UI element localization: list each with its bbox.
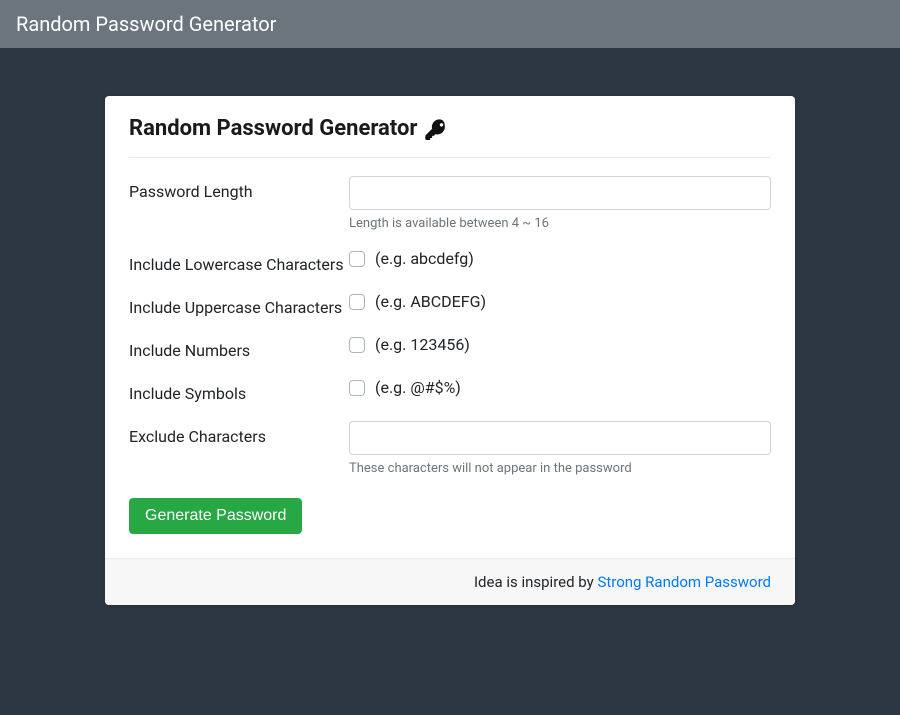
card-body: Random Password Generator Password Lengt… [105, 96, 795, 558]
row-uppercase: Include Uppercase Characters (e.g. ABCDE… [129, 292, 771, 317]
help-password-length: Length is available between 4 ~ 16 [349, 216, 771, 231]
example-lowercase: (e.g. abcdefg) [375, 249, 474, 268]
label-password-length: Password Length [129, 176, 349, 201]
control-wrap-numbers: (e.g. 123456) [349, 335, 771, 354]
control-wrap-length: Length is available between 4 ~ 16 [349, 176, 771, 231]
generate-password-button[interactable]: Generate Password [129, 498, 302, 534]
navbar: Random Password Generator [0, 0, 900, 48]
control-wrap-exclude: These characters will not appear in the … [349, 421, 771, 476]
checkbox-lowercase[interactable] [349, 251, 365, 267]
page-container: Random Password Generator Password Lengt… [0, 48, 900, 653]
row-password-length: Password Length Length is available betw… [129, 176, 771, 231]
password-length-input[interactable] [349, 176, 771, 210]
label-symbols: Include Symbols [129, 378, 349, 403]
example-symbols: (e.g. @#$%) [375, 378, 461, 397]
checkbox-numbers[interactable] [349, 337, 365, 353]
card-title: Random Password Generator [129, 116, 771, 158]
example-numbers: (e.g. 123456) [375, 335, 470, 354]
exclude-characters-input[interactable] [349, 421, 771, 455]
label-lowercase: Include Lowercase Characters [129, 249, 349, 274]
row-lowercase: Include Lowercase Characters (e.g. abcde… [129, 249, 771, 274]
control-wrap-lowercase: (e.g. abcdefg) [349, 249, 771, 268]
card-footer: Idea is inspired by Strong Random Passwo… [105, 558, 795, 605]
card-title-text: Random Password Generator [129, 116, 417, 141]
label-exclude: Exclude Characters [129, 421, 349, 446]
row-symbols: Include Symbols (e.g. @#$%) [129, 378, 771, 403]
label-numbers: Include Numbers [129, 335, 349, 360]
row-numbers: Include Numbers (e.g. 123456) [129, 335, 771, 360]
brand: Random Password Generator [16, 12, 276, 36]
label-uppercase: Include Uppercase Characters [129, 292, 349, 317]
footer-text: Idea is inspired by [474, 573, 597, 591]
footer-link[interactable]: Strong Random Password [597, 573, 771, 591]
example-uppercase: (e.g. ABCDEFG) [375, 292, 486, 311]
checkbox-symbols[interactable] [349, 380, 365, 396]
control-wrap-uppercase: (e.g. ABCDEFG) [349, 292, 771, 311]
key-icon [425, 118, 447, 140]
control-wrap-symbols: (e.g. @#$%) [349, 378, 771, 397]
row-exclude: Exclude Characters These characters will… [129, 421, 771, 476]
generator-card: Random Password Generator Password Lengt… [105, 96, 795, 605]
checkbox-uppercase[interactable] [349, 294, 365, 310]
help-exclude: These characters will not appear in the … [349, 461, 771, 476]
